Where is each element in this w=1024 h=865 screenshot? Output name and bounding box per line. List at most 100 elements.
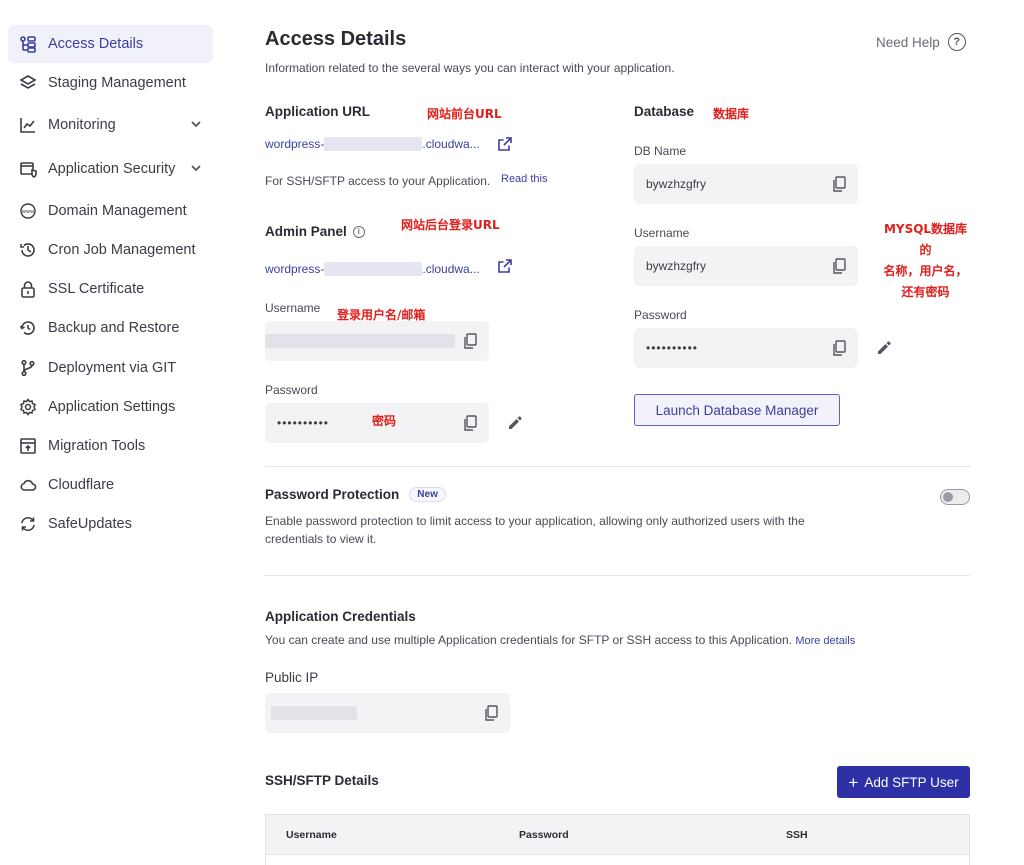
copy-icon[interactable]: [463, 415, 477, 431]
admin-panel-title-row: Admin Panel i: [265, 224, 365, 239]
column-header-password: Password: [519, 829, 569, 841]
new-badge: New: [409, 487, 446, 502]
sftp-table-body: [265, 855, 970, 865]
sidebar-item-ssl-certificate[interactable]: SSL Certificate: [8, 270, 213, 308]
sidebar-item-label: Migration Tools: [48, 438, 146, 454]
db-password-field[interactable]: ••••••••••: [634, 328, 858, 368]
column-header-ssh: SSH: [786, 829, 808, 841]
redacted-username: [265, 334, 455, 348]
edit-pencil-icon[interactable]: [876, 340, 892, 356]
sidebar-item-application-settings[interactable]: Application Settings: [8, 388, 213, 426]
copy-icon[interactable]: [832, 258, 846, 274]
database-title: Database: [634, 104, 695, 119]
sidebar-item-label: SSL Certificate: [48, 281, 145, 297]
public-ip-label: Public IP: [265, 670, 319, 685]
admin-password-value: ••••••••••: [277, 416, 330, 430]
question-circle-icon: ?: [947, 33, 966, 51]
sidebar-item-access-details[interactable]: Access Details: [8, 25, 213, 63]
ssh-access-note: For SSH/SFTP access to your Application.: [265, 174, 491, 188]
need-help-label: Need Help: [876, 34, 940, 50]
copy-icon[interactable]: [832, 176, 846, 192]
read-this-link[interactable]: Read this: [501, 173, 547, 185]
redacted-url-part: [324, 137, 423, 151]
migration-icon: [18, 436, 38, 456]
sidebar-item-label: Deployment via GIT: [48, 360, 177, 376]
admin-username-field[interactable]: [265, 321, 489, 361]
copy-icon[interactable]: [484, 705, 498, 721]
sidebar-item-label: SafeUpdates: [48, 516, 132, 532]
db-username-field[interactable]: bywzhzgfry: [634, 246, 858, 286]
page-subtitle: Information related to the several ways …: [265, 61, 675, 75]
annotation-line: 还有密码: [901, 285, 950, 299]
db-username-value: bywzhzgfry: [646, 259, 707, 273]
password-protection-toggle[interactable]: [940, 489, 970, 505]
sidebar-item-label: Backup and Restore: [48, 320, 180, 336]
column-header-username: Username: [286, 829, 337, 841]
credentials-desc-text: You can create and use multiple Applicat…: [265, 633, 792, 647]
external-link-icon[interactable]: [497, 136, 513, 152]
sidebar-item-cron-job-management[interactable]: Cron Job Management: [8, 231, 213, 269]
gear-icon: [18, 397, 38, 417]
external-link-icon[interactable]: [497, 258, 513, 274]
sidebar-item-label: Domain Management: [48, 203, 187, 219]
sidebar-item-application-security[interactable]: Application Security: [8, 150, 213, 188]
application-credentials-description: You can create and use multiple Applicat…: [265, 631, 855, 650]
db-name-field[interactable]: bywzhzgfry: [634, 164, 858, 204]
sidebar: Access Details Staging Management Monito…: [0, 0, 225, 865]
admin-password-label: Password: [265, 383, 318, 397]
chevron-down-icon[interactable]: [189, 161, 203, 175]
sidebar-item-backup-and-restore[interactable]: Backup and Restore: [8, 309, 213, 347]
add-sftp-user-button[interactable]: + Add SFTP User: [837, 766, 970, 798]
db-name-label: DB Name: [634, 144, 687, 158]
annotation-admin-url: 网站后台登录URL: [401, 218, 500, 232]
section-divider: [265, 575, 970, 576]
application-credentials-title: Application Credentials: [265, 609, 416, 624]
annotation-frontend-url: 网站前台URL: [427, 107, 502, 121]
url-prefix: wordpress-: [265, 262, 325, 276]
copy-icon[interactable]: [832, 340, 846, 356]
refresh-icon: [18, 514, 38, 534]
cloud-icon: [18, 475, 38, 495]
public-ip-field[interactable]: [265, 693, 510, 733]
sidebar-item-monitoring[interactable]: Monitoring: [8, 106, 213, 144]
copy-icon[interactable]: [463, 333, 477, 349]
password-protection-title-row: Password Protection New: [265, 487, 446, 502]
password-protection-title: Password Protection: [265, 487, 400, 502]
db-password-value: ••••••••••: [646, 341, 699, 355]
description-line: Enable password protection to limit acce…: [265, 514, 805, 528]
sidebar-item-safeupdates[interactable]: SafeUpdates: [8, 505, 213, 543]
description-line: credentials to view it.: [265, 532, 377, 546]
application-url-link[interactable]: wordpress- .cloudwa...: [265, 137, 480, 151]
url-prefix: wordpress-: [265, 137, 325, 151]
need-help-link[interactable]: Need Help ?: [876, 33, 966, 51]
annotation-mysql-credentials: MYSQL数据库的 名称，用户名， 还有密码: [881, 219, 970, 303]
sidebar-item-label: Application Settings: [48, 399, 176, 415]
db-username-label: Username: [634, 226, 690, 240]
more-details-link[interactable]: More details: [795, 635, 855, 647]
sidebar-item-label: Staging Management: [48, 75, 186, 91]
redacted-url-part: [324, 262, 423, 276]
admin-panel-title: Admin Panel: [265, 224, 347, 239]
application-url-title: Application URL: [265, 104, 370, 119]
admin-panel-url-link[interactable]: wordpress- .cloudwa...: [265, 262, 480, 276]
lock-icon: [18, 279, 38, 299]
db-password-label: Password: [634, 308, 687, 322]
plus-icon: +: [848, 772, 859, 792]
add-sftp-user-label: Add SFTP User: [864, 774, 959, 790]
sidebar-item-cloudflare[interactable]: Cloudflare: [8, 466, 213, 504]
sidebar-item-deployment-via-git[interactable]: Deployment via GIT: [8, 349, 213, 387]
sidebar-item-domain-management[interactable]: www Domain Management: [8, 192, 213, 230]
chevron-down-icon[interactable]: [189, 117, 203, 131]
db-name-value: bywzhzgfry: [646, 177, 707, 191]
layers-icon: [18, 73, 38, 93]
sidebar-item-label: Monitoring: [48, 117, 116, 133]
sidebar-item-staging-management[interactable]: Staging Management: [8, 64, 213, 102]
svg-text:www: www: [22, 209, 34, 215]
annotation-password: 密码: [372, 414, 397, 428]
sidebar-item-migration-tools[interactable]: Migration Tools: [8, 427, 213, 465]
edit-pencil-icon[interactable]: [507, 415, 523, 431]
sidebar-item-label: Application Security: [48, 161, 176, 177]
launch-database-manager-button[interactable]: Launch Database Manager: [634, 394, 840, 426]
ssh-sftp-details-title: SSH/SFTP Details: [265, 773, 379, 788]
info-icon[interactable]: i: [352, 225, 365, 238]
